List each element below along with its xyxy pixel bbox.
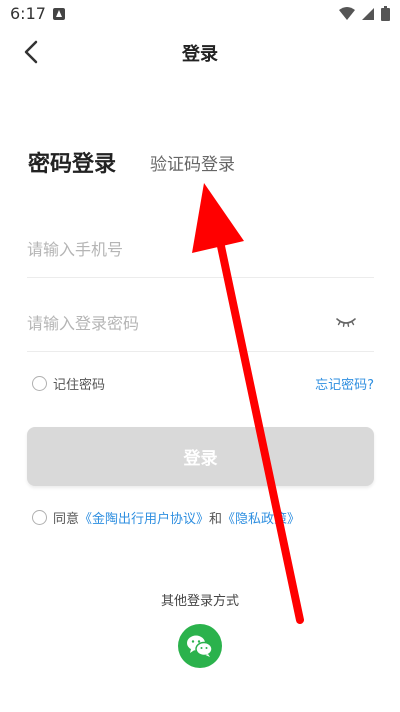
user-agreement-link[interactable]: 《金陶出行用户协议》 bbox=[79, 508, 209, 527]
tab-code-login[interactable]: 验证码登录 bbox=[150, 150, 235, 175]
remember-password-radio[interactable] bbox=[32, 376, 47, 391]
agreement-row: 同意 《金陶出行用户协议》 和 《隐私政策》 bbox=[32, 508, 300, 527]
agreement-conjunction: 和 bbox=[209, 512, 223, 527]
signal-icon bbox=[362, 7, 374, 20]
login-screen: 6:17 登录 密码登录 验证码登录 请输入手机号 记住密码 忘记密码? 登录 … bbox=[0, 0, 400, 712]
other-login-title: 其他登录方式 bbox=[160, 594, 239, 609]
privacy-policy-link[interactable]: 《隐私政策》 bbox=[222, 508, 300, 527]
wifi-icon bbox=[339, 6, 355, 20]
phone-field bbox=[27, 222, 374, 278]
wechat-login-button[interactable] bbox=[178, 624, 222, 668]
password-field bbox=[27, 296, 374, 352]
remember-password-label: 记住密码 bbox=[53, 378, 106, 393]
page-title: 登录 bbox=[182, 44, 218, 65]
eye-closed-icon[interactable] bbox=[334, 310, 358, 334]
status-icons bbox=[339, 6, 390, 21]
battery-icon bbox=[381, 6, 390, 21]
status-bar: 6:17 bbox=[0, 0, 400, 28]
password-input[interactable] bbox=[27, 296, 374, 351]
phone-input[interactable] bbox=[27, 222, 374, 277]
tab-password-login[interactable]: 密码登录 bbox=[28, 146, 116, 178]
notification-icon bbox=[53, 8, 65, 20]
status-time: 6:17 bbox=[10, 4, 46, 23]
forgot-password-link[interactable]: 忘记密码? bbox=[315, 374, 374, 393]
wechat-icon bbox=[187, 635, 213, 657]
agreement-prefix: 同意 bbox=[53, 512, 80, 527]
login-button[interactable]: 登录 bbox=[27, 427, 374, 486]
remember-password[interactable]: 记住密码 bbox=[32, 374, 105, 393]
header: 登录 bbox=[0, 28, 400, 76]
agreement-radio[interactable] bbox=[32, 510, 47, 525]
